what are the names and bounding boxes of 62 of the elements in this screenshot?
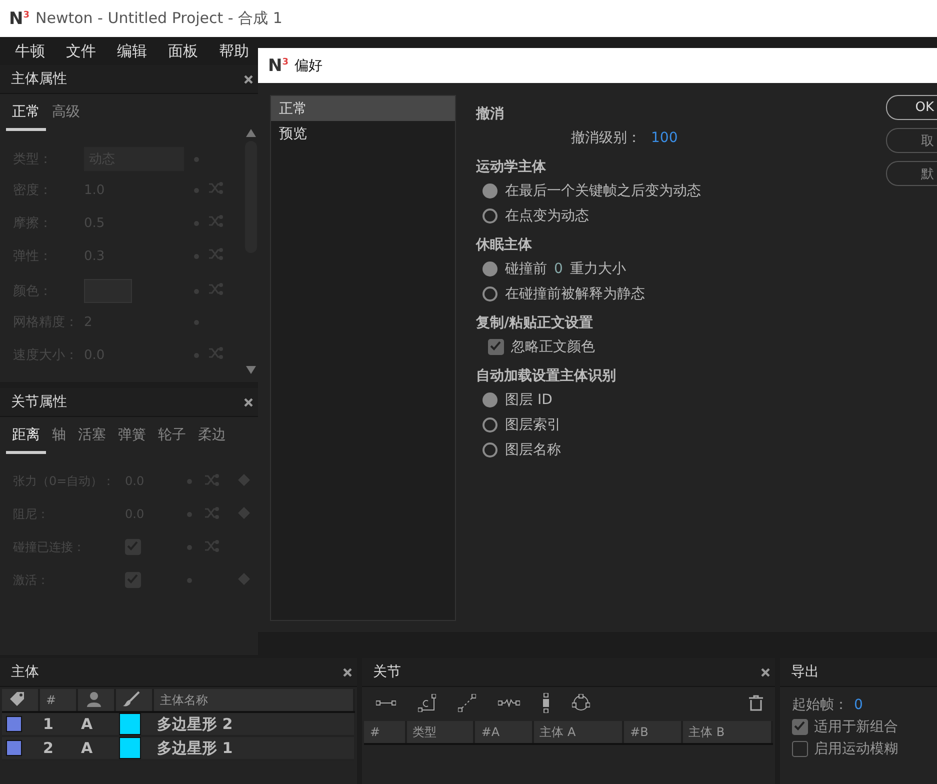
column-header[interactable]: 主体 B [682,721,772,744]
tab[interactable]: 轴 [46,421,72,454]
undo-levels-value[interactable]: 100 [651,130,678,146]
tab[interactable]: 距离 [6,421,46,454]
gravity-value[interactable]: 0 [554,260,563,276]
dialog-button[interactable]: 默 [886,161,937,186]
dialog-button[interactable]: OK [886,95,937,120]
body-name[interactable]: 多边星形 2 [153,712,354,736]
tab[interactable]: 柔边 [192,421,232,454]
section-heading: 运动学主体 [476,158,547,176]
section-heading: 撤消 [476,105,505,123]
tab[interactable]: 正常 [6,98,46,131]
radio-label: 在点变为动态 [505,206,589,224]
panel-title: 关节属性 [11,393,67,411]
tab[interactable]: 弹簧 [112,421,152,454]
radio-label: 碰撞前 [505,260,547,278]
panel-title: 导出 [791,663,819,681]
column-header[interactable]: 主体名称 [153,689,354,712]
panel-title: 主体属性 [11,70,67,88]
checkbox-label: 适用于新组合 [814,718,898,736]
menu-item[interactable]: 文件 [66,42,96,60]
menu-item[interactable]: 面板 [168,42,198,60]
column-header[interactable]: 类型 [406,721,474,744]
menu-item[interactable]: 帮助 [219,42,249,60]
radio-label: 图层索引 [505,416,561,434]
start-frame-value[interactable]: 0 [854,697,863,713]
column-header[interactable]: 主体 A [532,721,624,744]
panel-title: 主体 [11,663,39,681]
checkbox-label: 忽略正文颜色 [511,338,595,356]
group-letter: A [77,712,115,736]
column-header[interactable]: # [364,721,406,744]
group-letter: A [77,736,115,760]
radio-label: 在最后一个关键帧之后变为动态 [505,182,701,200]
start-frame-label: 起始帧： [792,696,848,714]
panel-title: 关节 [373,663,401,681]
column-header[interactable]: # [39,689,77,712]
category-item[interactable]: 预览 [271,121,455,146]
menu-item[interactable]: 编辑 [117,42,147,60]
body-number: 1 [39,712,77,736]
tab[interactable]: 轮子 [152,421,192,454]
category-item[interactable]: 正常 [271,96,455,121]
undo-levels-label: 撤消级别： [571,128,641,146]
app-logo: N$^{3}$ [9,8,30,28]
dialog-title: 偏好 [294,56,322,74]
tab[interactable]: 活塞 [72,421,112,454]
checkbox-label: 启用运动模糊 [814,740,898,758]
radio-label: 在碰撞前被解释为静态 [505,284,645,302]
section-heading: 休眠主体 [476,236,533,254]
section-heading: 复制/粘贴正文设置 [476,314,594,332]
radio-label: 图层名称 [505,440,561,458]
column-header[interactable]: #A [474,721,533,744]
tab[interactable]: 高级 [46,98,86,131]
body-number: 2 [39,736,77,760]
radio-label: 重力大小 [570,260,626,278]
dialog-button[interactable]: 取 [886,128,937,153]
menu-item[interactable]: 牛顿 [15,42,45,60]
app-logo: N$^{3}$ [268,56,288,76]
body-name[interactable]: 多边星形 1 [153,736,354,760]
column-header[interactable]: #B [623,721,682,744]
window-title: Newton - Untitled Project - 合成 1 [36,9,282,28]
section-heading: 自动加载设置主体识别 [476,367,617,385]
radio-label: 图层 ID [505,390,552,408]
